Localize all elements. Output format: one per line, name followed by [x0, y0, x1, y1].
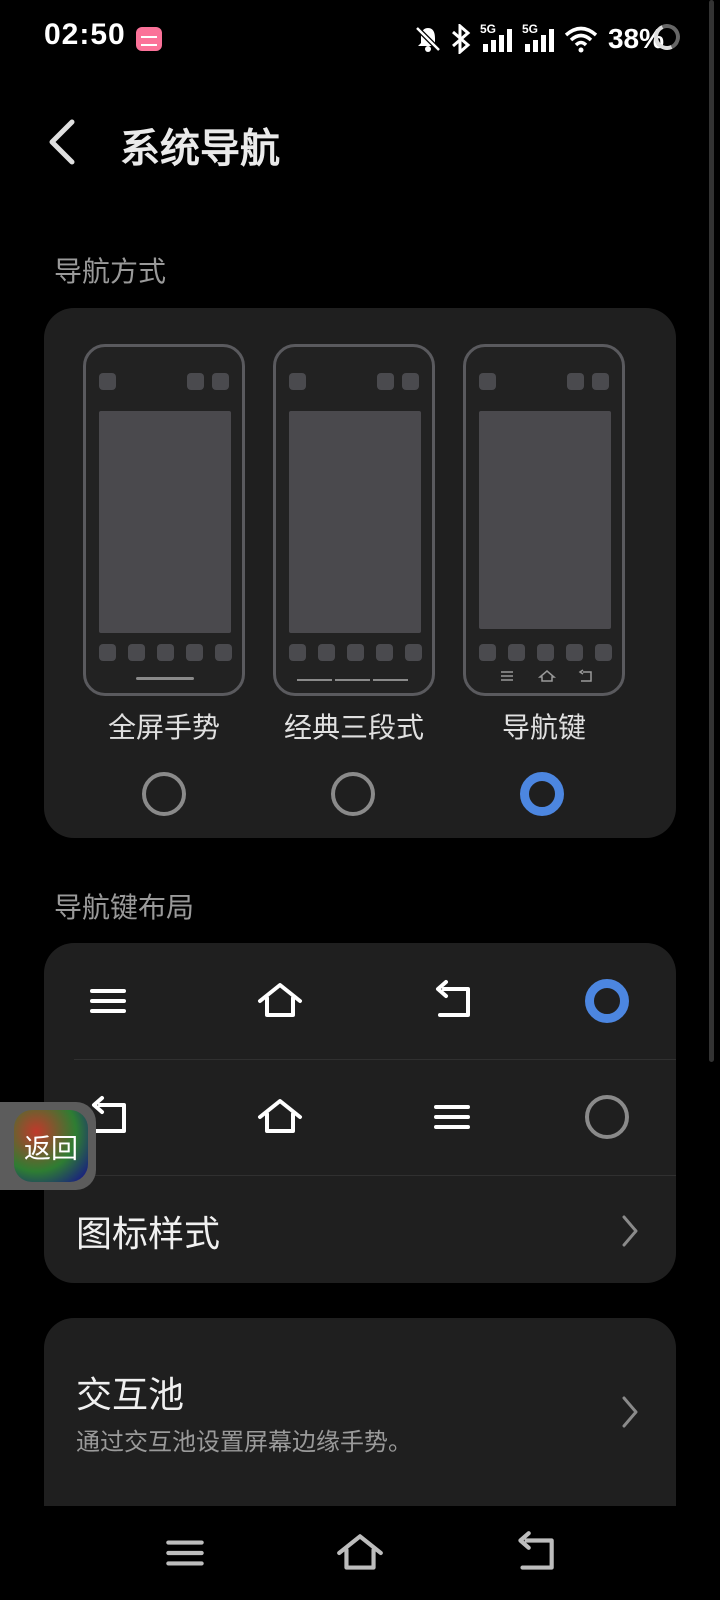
status-bar: 02:50 5G 5G 38% [0, 0, 720, 78]
nav-mode-label: 导航键 [501, 711, 586, 744]
nav-mode-keys[interactable]: 导航键 [463, 344, 625, 746]
nav-mode-card: 全屏手势 经典三段式 导航键 [44, 308, 676, 838]
radio-gesture[interactable] [142, 772, 186, 816]
key-layout-card: 图标样式 [44, 943, 676, 1283]
back-icon[interactable] [510, 1528, 560, 1578]
icon-style-row[interactable]: 图标样式 [44, 1175, 676, 1283]
interaction-pool-subtitle: 通过交互池设置屏幕边缘手势。 [76, 1428, 412, 1456]
section-label-nav-mode: 导航方式 [54, 255, 167, 288]
phone-preview-keys [463, 344, 625, 696]
status-time: 02:50 [44, 18, 126, 51]
nav-mode-gesture[interactable]: 全屏手势 [83, 344, 245, 746]
nav-mode-label: 全屏手势 [107, 711, 220, 744]
section-label-key-layout: 导航键布局 [54, 891, 195, 924]
system-nav-bar [0, 1506, 720, 1600]
signal-bars-icon [524, 29, 554, 52]
phone-preview-classic [273, 344, 435, 696]
mute-bell-icon [415, 26, 441, 52]
radio-layout-1[interactable] [585, 979, 629, 1023]
nav-mode-classic[interactable]: 经典三段式 [273, 344, 435, 746]
key-layout-option-2[interactable] [44, 1059, 676, 1175]
menu-icon [434, 1105, 470, 1129]
key-layout-option-1[interactable] [44, 943, 676, 1059]
home-icon [258, 1099, 302, 1133]
floating-back-button[interactable]: 返回 [0, 1102, 96, 1190]
phone-preview-gesture [83, 344, 245, 696]
signal-2: 5G [522, 22, 556, 54]
status-icons: 5G 5G 38% [414, 20, 664, 58]
icon-style-label: 图标样式 [76, 1214, 221, 1255]
home-icon [258, 983, 302, 1017]
radio-layout-2[interactable] [585, 1095, 629, 1139]
bilibili-notification-icon [136, 27, 162, 51]
wifi-icon [564, 26, 598, 53]
scrollbar[interactable] [709, 0, 714, 1062]
back-arrow-icon[interactable] [36, 112, 96, 172]
signal-bars-icon [482, 29, 512, 52]
gesture-bar [136, 677, 194, 680]
menu-icon[interactable] [160, 1528, 210, 1578]
radio-keys[interactable] [520, 772, 564, 816]
radio-classic[interactable] [331, 772, 375, 816]
mini-nav-keys-icon [501, 669, 592, 682]
home-icon[interactable] [335, 1528, 385, 1578]
menu-icon [90, 989, 126, 1013]
signal-1: 5G [480, 22, 514, 54]
chevron-right-icon [622, 1215, 638, 1247]
interaction-pool-title: 交互池 [76, 1375, 185, 1416]
back-icon [436, 980, 470, 1017]
nav-mode-label: 经典三段式 [283, 711, 424, 744]
bluetooth-icon [451, 24, 471, 54]
chevron-right-icon [622, 1396, 638, 1428]
interaction-pool-row[interactable]: 交互池 通过交互池设置屏幕边缘手势。 [44, 1318, 676, 1506]
floating-back-label: 返回 [14, 1110, 88, 1182]
page-title: 系统导航 [120, 126, 280, 172]
